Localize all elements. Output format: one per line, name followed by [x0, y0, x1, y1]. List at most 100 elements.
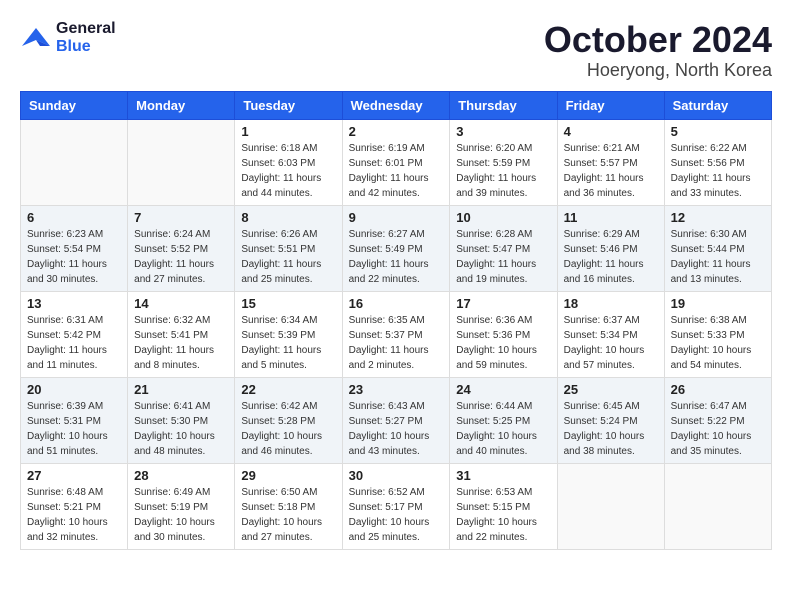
calendar-day-cell: 31Sunrise: 6:53 AM Sunset: 5:15 PM Dayli…: [450, 463, 557, 549]
calendar-day-cell: 1 Sunrise: 6:18 AM Sunset: 6:03 PM Daylig…: [235, 119, 342, 205]
day-number: 1: [241, 124, 335, 139]
day-info: Sunrise: 6:19 AM Sunset: 6:01 PM Dayligh…: [349, 141, 444, 201]
calendar-day-cell: 14Sunrise: 6:32 AM Sunset: 5:41 PM Dayli…: [128, 291, 235, 377]
day-info: Sunrise: 6:34 AM Sunset: 5:39 PM Dayligh…: [241, 313, 335, 373]
day-number: 19: [671, 296, 765, 311]
calendar-body: 1 Sunrise: 6:18 AM Sunset: 6:03 PM Daylig…: [21, 119, 772, 549]
day-number: 13: [27, 296, 121, 311]
day-info: Sunrise: 6:31 AM Sunset: 5:42 PM Dayligh…: [27, 313, 121, 373]
day-info: Sunrise: 6:18 AM Sunset: 6:03 PM Dayligh…: [241, 141, 335, 201]
day-info: Sunrise: 6:44 AM Sunset: 5:25 PM Dayligh…: [456, 399, 550, 459]
day-number: 26: [671, 382, 765, 397]
calendar-day-cell: 7 Sunrise: 6:24 AM Sunset: 5:52 PM Daylig…: [128, 205, 235, 291]
day-number: 3: [456, 124, 550, 139]
day-info: Sunrise: 6:42 AM Sunset: 5:28 PM Dayligh…: [241, 399, 335, 459]
day-info: Sunrise: 6:41 AM Sunset: 5:30 PM Dayligh…: [134, 399, 228, 459]
day-number: 16: [349, 296, 444, 311]
calendar-day-cell: 21 Sunrise: 6:41 AM Sunset: 5:30 PM Dayli…: [128, 377, 235, 463]
day-info: Sunrise: 6:36 AM Sunset: 5:36 PM Dayligh…: [456, 313, 550, 373]
day-number: 30: [349, 468, 444, 483]
day-number: 5: [671, 124, 765, 139]
day-info: Sunrise: 6:49 AM Sunset: 5:19 PM Dayligh…: [134, 485, 228, 545]
calendar-day-cell: 2 Sunrise: 6:19 AM Sunset: 6:01 PM Daylig…: [342, 119, 450, 205]
weekday-header-wednesday: Wednesday: [342, 91, 450, 119]
day-number: 18: [564, 296, 658, 311]
day-info: Sunrise: 6:20 AM Sunset: 5:59 PM Dayligh…: [456, 141, 550, 201]
weekday-header-tuesday: Tuesday: [235, 91, 342, 119]
calendar-day-cell: 30 Sunrise: 6:52 AM Sunset: 5:17 PM Dayli…: [342, 463, 450, 549]
weekday-row: SundayMondayTuesdayWednesdayThursdayFrid…: [21, 91, 772, 119]
calendar-day-cell: 16Sunrise: 6:35 AM Sunset: 5:37 PM Dayli…: [342, 291, 450, 377]
weekday-header-thursday: Thursday: [450, 91, 557, 119]
day-number: 25: [564, 382, 658, 397]
day-number: 23: [349, 382, 444, 397]
logo-text: General Blue: [56, 20, 116, 55]
day-info: Sunrise: 6:26 AM Sunset: 5:51 PM Dayligh…: [241, 227, 335, 287]
calendar-day-cell: 8 Sunrise: 6:26 AM Sunset: 5:51 PM Daylig…: [235, 205, 342, 291]
day-number: 31: [456, 468, 550, 483]
day-info: Sunrise: 6:38 AM Sunset: 5:33 PM Dayligh…: [671, 313, 765, 373]
day-number: 9: [349, 210, 444, 225]
calendar-day-cell: 28 Sunrise: 6:49 AM Sunset: 5:19 PM Dayli…: [128, 463, 235, 549]
day-number: 24: [456, 382, 550, 397]
calendar-day-cell: 25Sunrise: 6:45 AM Sunset: 5:24 PM Dayli…: [557, 377, 664, 463]
day-number: 29: [241, 468, 335, 483]
day-number: 17: [456, 296, 550, 311]
day-number: 8: [241, 210, 335, 225]
calendar-header: SundayMondayTuesdayWednesdayThursdayFrid…: [21, 91, 772, 119]
day-number: 10: [456, 210, 550, 225]
calendar-day-cell: 22 Sunrise: 6:42 AM Sunset: 5:28 PM Dayli…: [235, 377, 342, 463]
calendar-day-cell: 18Sunrise: 6:37 AM Sunset: 5:34 PM Dayli…: [557, 291, 664, 377]
calendar-day-cell: 19 Sunrise: 6:38 AM Sunset: 5:33 PM Dayli…: [664, 291, 771, 377]
day-info: Sunrise: 6:24 AM Sunset: 5:52 PM Dayligh…: [134, 227, 228, 287]
day-number: 14: [134, 296, 228, 311]
day-number: 11: [564, 210, 658, 225]
calendar-day-cell: 23 Sunrise: 6:43 AM Sunset: 5:27 PM Dayli…: [342, 377, 450, 463]
calendar-week-row: 27 Sunrise: 6:48 AM Sunset: 5:21 PM Dayli…: [21, 463, 772, 549]
calendar-day-cell: [557, 463, 664, 549]
calendar-title: October 2024 Hoeryong, North Korea: [544, 20, 772, 81]
logo-icon: [20, 24, 52, 52]
day-number: 27: [27, 468, 121, 483]
day-number: 12: [671, 210, 765, 225]
day-info: Sunrise: 6:29 AM Sunset: 5:46 PM Dayligh…: [564, 227, 658, 287]
day-info: Sunrise: 6:50 AM Sunset: 5:18 PM Dayligh…: [241, 485, 335, 545]
day-info: Sunrise: 6:52 AM Sunset: 5:17 PM Dayligh…: [349, 485, 444, 545]
weekday-header-monday: Monday: [128, 91, 235, 119]
day-number: 28: [134, 468, 228, 483]
day-number: 15: [241, 296, 335, 311]
day-number: 20: [27, 382, 121, 397]
day-info: Sunrise: 6:30 AM Sunset: 5:44 PM Dayligh…: [671, 227, 765, 287]
day-info: Sunrise: 6:43 AM Sunset: 5:27 PM Dayligh…: [349, 399, 444, 459]
weekday-header-friday: Friday: [557, 91, 664, 119]
calendar-day-cell: 5Sunrise: 6:22 AM Sunset: 5:56 PM Daylig…: [664, 119, 771, 205]
calendar-day-cell: 27 Sunrise: 6:48 AM Sunset: 5:21 PM Dayli…: [21, 463, 128, 549]
calendar-day-cell: 24 Sunrise: 6:44 AM Sunset: 5:25 PM Dayli…: [450, 377, 557, 463]
weekday-header-sunday: Sunday: [21, 91, 128, 119]
calendar-day-cell: 17 Sunrise: 6:36 AM Sunset: 5:36 PM Dayli…: [450, 291, 557, 377]
day-info: Sunrise: 6:23 AM Sunset: 5:54 PM Dayligh…: [27, 227, 121, 287]
day-info: Sunrise: 6:39 AM Sunset: 5:31 PM Dayligh…: [27, 399, 121, 459]
day-number: 21: [134, 382, 228, 397]
calendar-week-row: 13 Sunrise: 6:31 AM Sunset: 5:42 PM Dayli…: [21, 291, 772, 377]
calendar-day-cell: 3 Sunrise: 6:20 AM Sunset: 5:59 PM Daylig…: [450, 119, 557, 205]
calendar-day-cell: 20 Sunrise: 6:39 AM Sunset: 5:31 PM Dayli…: [21, 377, 128, 463]
day-number: 6: [27, 210, 121, 225]
location: Hoeryong, North Korea: [544, 60, 772, 81]
day-info: Sunrise: 6:48 AM Sunset: 5:21 PM Dayligh…: [27, 485, 121, 545]
day-number: 2: [349, 124, 444, 139]
calendar-day-cell: 13 Sunrise: 6:31 AM Sunset: 5:42 PM Dayli…: [21, 291, 128, 377]
calendar-week-row: 1 Sunrise: 6:18 AM Sunset: 6:03 PM Daylig…: [21, 119, 772, 205]
calendar-day-cell: 6 Sunrise: 6:23 AM Sunset: 5:54 PM Daylig…: [21, 205, 128, 291]
day-number: 22: [241, 382, 335, 397]
page-header: General Blue October 2024 Hoeryong, Nort…: [20, 20, 772, 81]
calendar-day-cell: 12 Sunrise: 6:30 AM Sunset: 5:44 PM Dayli…: [664, 205, 771, 291]
day-number: 4: [564, 124, 658, 139]
calendar-table: SundayMondayTuesdayWednesdayThursdayFrid…: [20, 91, 772, 550]
day-number: 7: [134, 210, 228, 225]
logo: General Blue: [20, 20, 116, 55]
calendar-day-cell: 4Sunrise: 6:21 AM Sunset: 5:57 PM Daylig…: [557, 119, 664, 205]
calendar-day-cell: [664, 463, 771, 549]
calendar-day-cell: 15 Sunrise: 6:34 AM Sunset: 5:39 PM Dayli…: [235, 291, 342, 377]
calendar-week-row: 20 Sunrise: 6:39 AM Sunset: 5:31 PM Dayli…: [21, 377, 772, 463]
